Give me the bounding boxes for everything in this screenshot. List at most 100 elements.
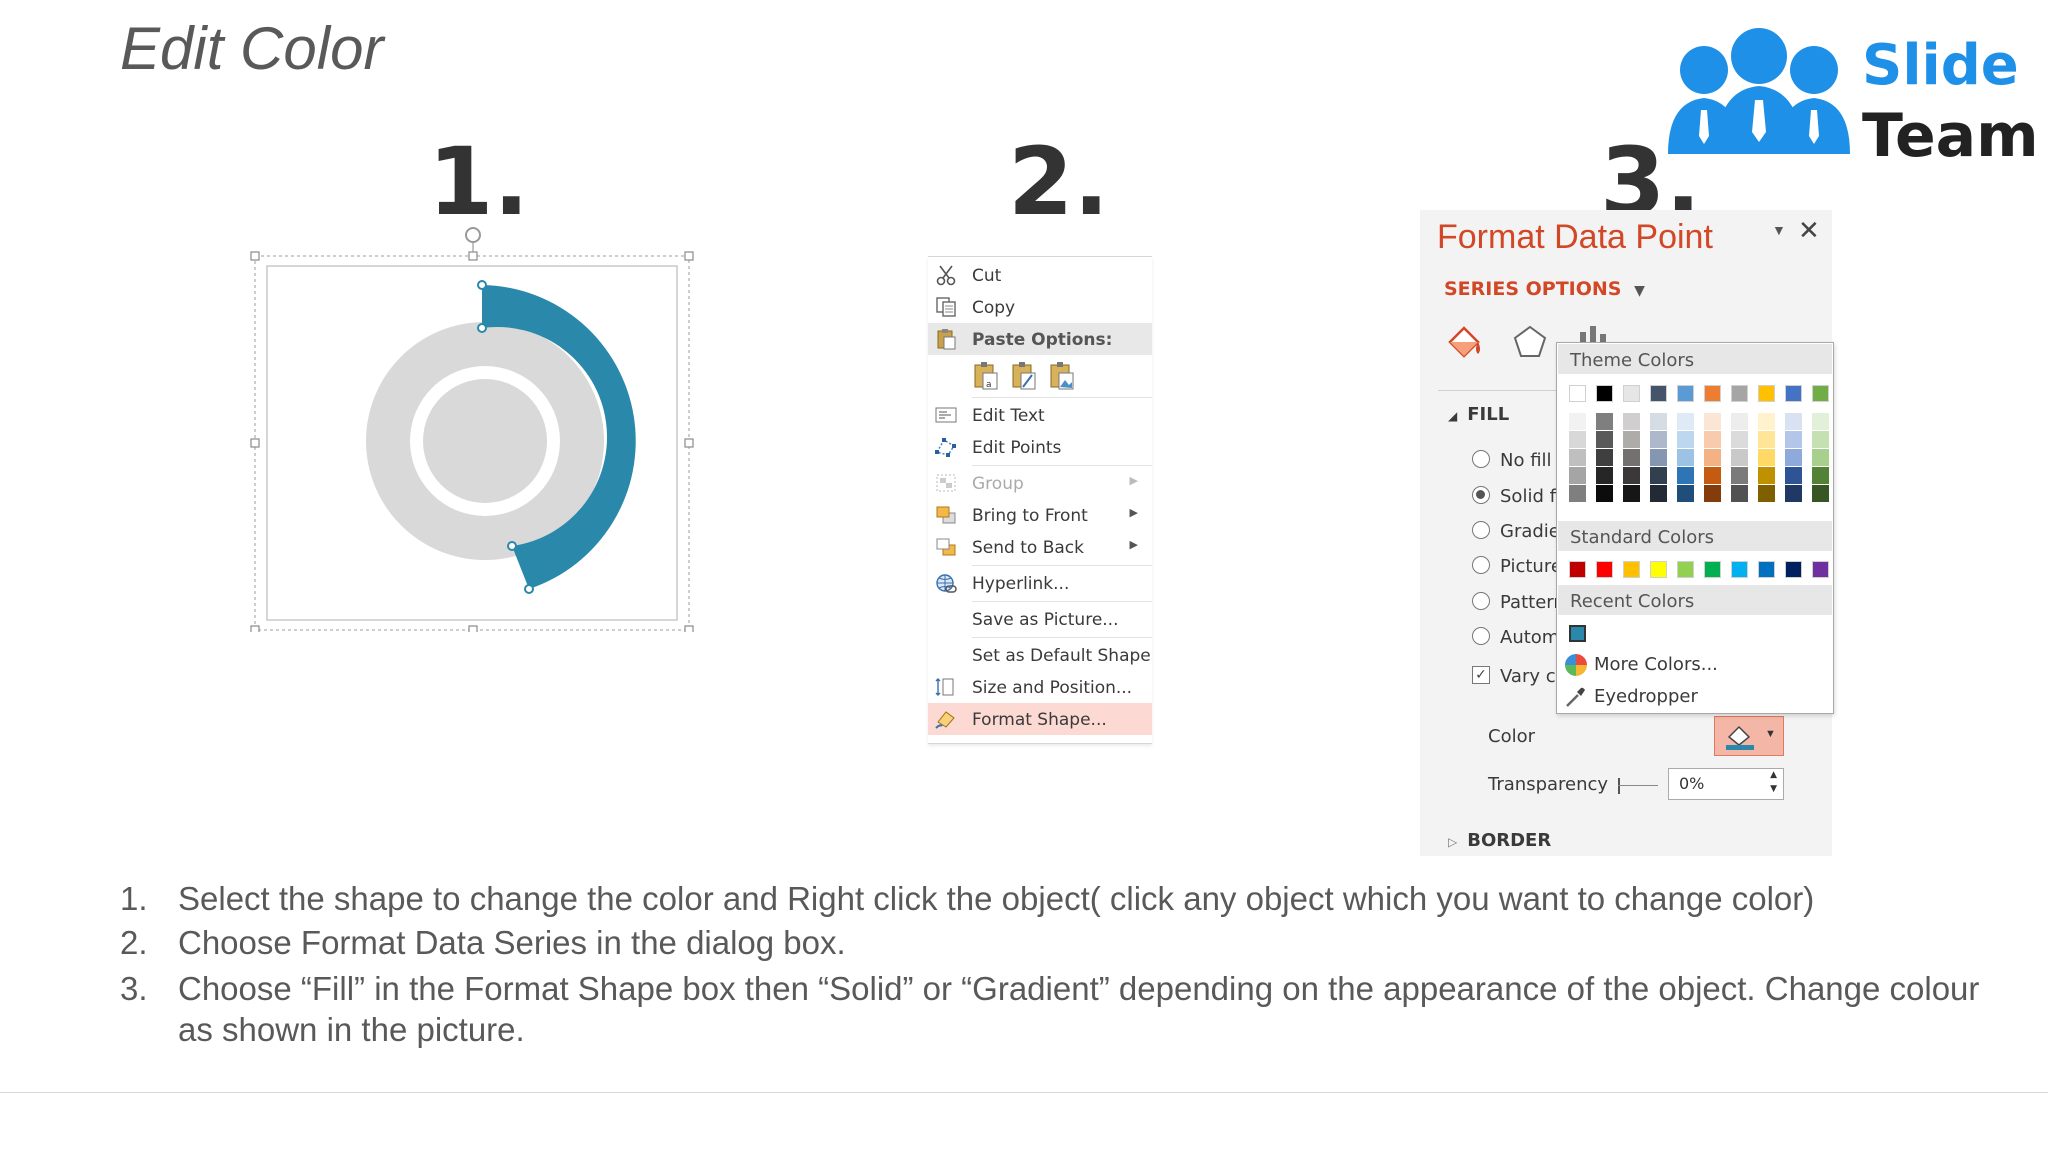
color-swatch[interactable] — [1677, 467, 1694, 484]
border-section-header[interactable]: ▷ BORDER — [1448, 830, 1551, 851]
color-swatch[interactable] — [1785, 413, 1802, 430]
color-swatch[interactable] — [1731, 485, 1748, 502]
color-swatch[interactable] — [1758, 467, 1775, 484]
color-swatch[interactable] — [1677, 413, 1694, 430]
spinner-down-icon[interactable]: ▼ — [1770, 784, 1777, 794]
menu-item-set-default-shape[interactable]: Set as Default Shape — [928, 639, 1152, 671]
menu-item-save-as-picture[interactable]: Save as Picture... — [928, 603, 1152, 635]
menu-item-copy[interactable]: Copy — [928, 291, 1152, 323]
effects-tab-icon[interactable] — [1510, 322, 1550, 362]
series-options-tab-icon[interactable] — [1574, 322, 1614, 344]
radio-gradient-fill[interactable] — [1472, 521, 1490, 539]
color-swatch[interactable] — [1569, 467, 1586, 484]
menu-item-format-shape[interactable]: Format Shape... — [928, 703, 1152, 735]
color-swatch[interactable] — [1569, 385, 1586, 402]
color-swatch[interactable] — [1812, 485, 1829, 502]
paste-picture-icon[interactable] — [1048, 361, 1076, 391]
more-colors-item[interactable]: More Colors... — [1558, 649, 1832, 679]
radio-no-fill[interactable] — [1472, 450, 1490, 468]
color-swatch[interactable] — [1677, 485, 1694, 502]
series-options-dropdown[interactable]: SERIES OPTIONS ▼ — [1444, 278, 1645, 300]
color-swatch[interactable] — [1812, 467, 1829, 484]
selected-donut-chart[interactable] — [248, 212, 698, 635]
menu-item-bring-to-front[interactable]: Bring to Front ▶ — [928, 499, 1152, 531]
fill-section-header[interactable]: ◢ FILL — [1448, 404, 1509, 425]
color-swatch[interactable] — [1704, 561, 1721, 578]
color-swatch[interactable] — [1650, 449, 1667, 466]
radio-pattern-fill[interactable] — [1472, 592, 1490, 610]
color-swatch[interactable] — [1677, 449, 1694, 466]
menu-item-size-and-position[interactable]: Size and Position... — [928, 671, 1152, 703]
color-swatch[interactable] — [1731, 385, 1748, 402]
color-swatch[interactable] — [1812, 385, 1829, 402]
color-swatch[interactable] — [1623, 561, 1640, 578]
paste-keep-source-icon[interactable]: a — [972, 361, 1000, 391]
color-swatch[interactable] — [1812, 561, 1829, 578]
color-swatch[interactable] — [1650, 385, 1667, 402]
color-swatch[interactable] — [1596, 485, 1613, 502]
radio-automatic-fill[interactable] — [1472, 627, 1490, 645]
menu-item-send-to-back[interactable]: Send to Back ▶ — [928, 531, 1152, 563]
color-swatch[interactable] — [1623, 413, 1640, 430]
color-swatch[interactable] — [1623, 467, 1640, 484]
color-swatch[interactable] — [1569, 413, 1586, 430]
pane-options-dropdown-icon[interactable]: ▼ — [1772, 222, 1786, 238]
close-icon[interactable]: ✕ — [1798, 216, 1820, 246]
color-swatch[interactable] — [1785, 561, 1802, 578]
menu-item-hyperlink[interactable]: Hyperlink... — [928, 567, 1152, 599]
color-swatch[interactable] — [1569, 625, 1586, 642]
color-swatch[interactable] — [1677, 385, 1694, 402]
color-swatch[interactable] — [1758, 449, 1775, 466]
color-swatch[interactable] — [1758, 413, 1775, 430]
eyedropper-item[interactable]: Eyedropper — [1558, 681, 1832, 711]
color-swatch[interactable] — [1785, 485, 1802, 502]
spinner-up-icon[interactable]: ▲ — [1770, 770, 1777, 780]
transparency-slider[interactable] — [1616, 776, 1660, 796]
color-swatch[interactable] — [1623, 431, 1640, 448]
color-swatch[interactable] — [1569, 449, 1586, 466]
fill-line-tab-icon[interactable] — [1444, 322, 1484, 362]
radio-solid-fill[interactable] — [1472, 486, 1490, 504]
color-swatch[interactable] — [1704, 485, 1721, 502]
color-swatch[interactable] — [1704, 449, 1721, 466]
color-swatch[interactable] — [1785, 431, 1802, 448]
color-swatch[interactable] — [1650, 431, 1667, 448]
color-swatch[interactable] — [1731, 413, 1748, 430]
color-swatch[interactable] — [1596, 467, 1613, 484]
color-swatch[interactable] — [1650, 413, 1667, 430]
color-swatch[interactable] — [1731, 561, 1748, 578]
color-swatch[interactable] — [1758, 485, 1775, 502]
color-swatch[interactable] — [1758, 561, 1775, 578]
color-swatch[interactable] — [1785, 467, 1802, 484]
color-swatch[interactable] — [1812, 449, 1829, 466]
menu-item-cut[interactable]: Cut — [928, 259, 1152, 291]
color-swatch[interactable] — [1596, 385, 1613, 402]
color-swatch[interactable] — [1704, 385, 1721, 402]
transparency-input[interactable]: 0% ▲ ▼ — [1668, 768, 1784, 800]
color-swatch[interactable] — [1650, 561, 1667, 578]
color-swatch[interactable] — [1569, 561, 1586, 578]
color-swatch[interactable] — [1623, 485, 1640, 502]
color-swatch[interactable] — [1731, 449, 1748, 466]
color-swatch[interactable] — [1650, 467, 1667, 484]
menu-item-edit-text[interactable]: Edit Text — [928, 399, 1152, 431]
color-swatch[interactable] — [1596, 413, 1613, 430]
color-swatch[interactable] — [1758, 385, 1775, 402]
color-swatch[interactable] — [1677, 431, 1694, 448]
color-swatch[interactable] — [1650, 485, 1667, 502]
color-picker-button[interactable]: ▼ — [1714, 716, 1784, 756]
color-swatch[interactable] — [1704, 431, 1721, 448]
color-swatch[interactable] — [1569, 485, 1586, 502]
color-swatch[interactable] — [1704, 413, 1721, 430]
radio-picture-fill[interactable] — [1472, 556, 1490, 574]
color-swatch[interactable] — [1731, 431, 1748, 448]
color-swatch[interactable] — [1623, 449, 1640, 466]
color-swatch[interactable] — [1596, 431, 1613, 448]
vary-colors-checkbox[interactable]: ✓ — [1472, 666, 1490, 684]
color-swatch[interactable] — [1731, 467, 1748, 484]
paste-merge-format-icon[interactable] — [1010, 361, 1038, 391]
color-swatch[interactable] — [1812, 431, 1829, 448]
color-swatch[interactable] — [1785, 385, 1802, 402]
color-swatch[interactable] — [1812, 413, 1829, 430]
color-swatch[interactable] — [1677, 561, 1694, 578]
